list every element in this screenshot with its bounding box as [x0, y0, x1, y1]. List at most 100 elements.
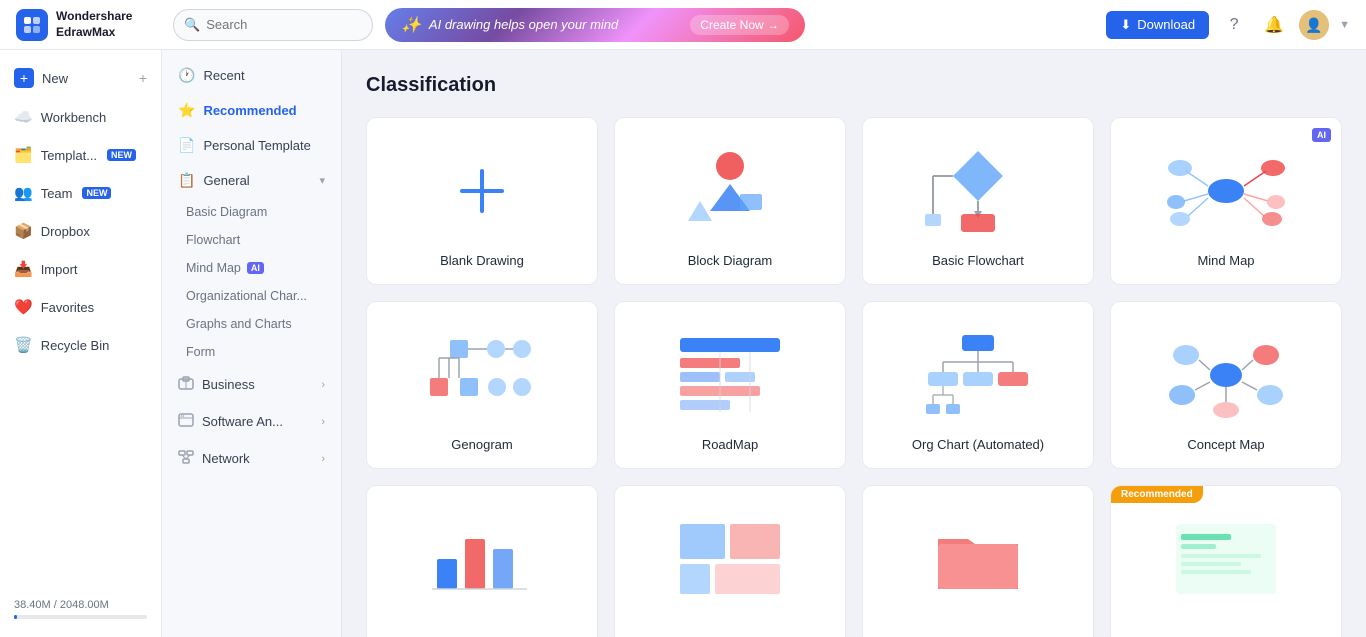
card-visual-block: [631, 138, 829, 243]
card-visual-conceptmap: [1127, 322, 1325, 427]
card-visual-treemap: [631, 506, 829, 611]
download-button[interactable]: ⬇ Download: [1106, 11, 1209, 39]
card-bar-chart[interactable]: [366, 485, 598, 637]
nav-section-label: Software An...: [202, 414, 283, 429]
recommended-tag: Recommended: [1111, 486, 1203, 503]
recommended-icon: ⭐: [178, 102, 195, 119]
new-badge-team: NEW: [82, 187, 111, 199]
search-bar[interactable]: 🔍: [173, 9, 373, 41]
card-mind-map[interactable]: AI: [1110, 117, 1342, 285]
nav-section-label: General: [203, 173, 249, 188]
page-title: Classification: [366, 74, 1342, 97]
storage-info: 38.40M / 2048.00M: [0, 589, 161, 629]
recycle-icon: 🗑️: [14, 336, 33, 354]
card-label: Concept Map: [1187, 437, 1264, 452]
nav-section-label: Business: [202, 377, 255, 392]
import-icon: 📥: [14, 260, 33, 278]
sidebar-item-recycle-bin[interactable]: 🗑️ Recycle Bin: [0, 326, 161, 364]
nav-sub-basic-diagram[interactable]: Basic Diagram: [162, 198, 341, 226]
network-icon: [178, 449, 194, 468]
sidebar-item-label: Recycle Bin: [41, 338, 110, 353]
sidebar-item-favorites[interactable]: ❤️ Favorites: [0, 288, 161, 326]
sidebar-item-label: Templat...: [41, 148, 97, 163]
card-label: Blank Drawing: [440, 253, 524, 268]
card-org-chart-auto[interactable]: Org Chart (Automated): [862, 301, 1094, 469]
ai-banner-cta[interactable]: Create Now →: [690, 15, 789, 35]
ai-banner-text: AI drawing helps open your mind: [429, 17, 618, 32]
nav-sub-org-chart[interactable]: Organizational Char...: [162, 282, 341, 310]
nav-sub-mind-map[interactable]: Mind Map AI: [162, 254, 341, 282]
new-plus-icon: +: [14, 68, 34, 88]
nav-sub-flowchart[interactable]: Flowchart: [162, 226, 341, 254]
card-blank-drawing[interactable]: Blank Drawing: [366, 117, 598, 285]
network-chevron-icon: ›: [321, 453, 325, 465]
dropbox-icon: 📦: [14, 222, 33, 240]
card-label: Mind Map: [1197, 253, 1254, 268]
card-concept-map[interactable]: Concept Map: [1110, 301, 1342, 469]
software-chevron-icon: ›: [321, 416, 325, 428]
sidebar-item-label: Workbench: [41, 110, 107, 125]
card-visual-roadmap: [631, 322, 829, 427]
card-visual-blank: [383, 138, 581, 243]
nav-section-business[interactable]: Business ›: [162, 366, 341, 403]
favorites-icon: ❤️: [14, 298, 33, 316]
card-basic-flowchart[interactable]: Basic Flowchart: [862, 117, 1094, 285]
general-chevron-icon: ▾: [319, 174, 325, 187]
search-input[interactable]: [206, 17, 362, 32]
nav-sub-graphs-charts[interactable]: Graphs and Charts: [162, 310, 341, 338]
nav-item-recent[interactable]: 🕐 Recent: [162, 58, 341, 93]
nav-item-personal-template[interactable]: 📄 Personal Template: [162, 128, 341, 163]
nav-sub-form[interactable]: Form: [162, 338, 341, 366]
card-label: Block Diagram: [688, 253, 773, 268]
topbar-actions: ⬇ Download ? 🔔 👤 ▼: [1106, 10, 1350, 40]
ai-tag: AI: [1312, 128, 1331, 142]
team-icon: 👥: [14, 184, 33, 202]
ai-banner[interactable]: ✨ AI drawing helps open your mind Create…: [385, 8, 805, 42]
sidebar-item-import[interactable]: 📥 Import: [0, 250, 161, 288]
sidebar-item-label: Team: [41, 186, 73, 201]
svg-text:👤: 👤: [1305, 17, 1322, 34]
sidebar-item-templates[interactable]: 🗂️ Templat... NEW: [0, 136, 161, 174]
app-logo-icon: [16, 9, 48, 41]
content-area: Classification Blank Drawing: [342, 50, 1366, 637]
card-genogram[interactable]: Genogram: [366, 301, 598, 469]
card-visual-bar: [383, 506, 581, 611]
card-visual-mindmap: [1127, 138, 1325, 243]
sidebar-item-dropbox[interactable]: 📦 Dropbox: [0, 212, 161, 250]
nav-item-label: Personal Template: [203, 138, 310, 153]
card-visual-recommended: [1127, 506, 1325, 611]
card-visual-folder: [879, 506, 1077, 611]
sidebar-item-label: Favorites: [41, 300, 94, 315]
nav-item-label: Recommended: [203, 103, 296, 118]
card-roadmap[interactable]: RoadMap: [614, 301, 846, 469]
storage-fill: [14, 615, 17, 619]
card-label: Org Chart (Automated): [912, 437, 1044, 452]
nav-section-network[interactable]: Network ›: [162, 440, 341, 477]
template-grid: Blank Drawing Block Diagram: [366, 117, 1342, 637]
sidebar-item-new[interactable]: + New +: [0, 58, 161, 98]
card-visual-orgchart: [879, 322, 1077, 427]
nav-item-recommended[interactable]: ⭐ Recommended: [162, 93, 341, 128]
user-avatar[interactable]: 👤: [1299, 10, 1329, 40]
card-folder[interactable]: [862, 485, 1094, 637]
card-treemap[interactable]: [614, 485, 846, 637]
card-block-diagram[interactable]: Block Diagram: [614, 117, 846, 285]
software-icon: [178, 412, 194, 431]
card-label: RoadMap: [702, 437, 758, 452]
sidebar-item-team[interactable]: 👥 Team NEW: [0, 174, 161, 212]
card-recommended[interactable]: Recommended: [1110, 485, 1342, 637]
notification-button[interactable]: 🔔: [1259, 10, 1289, 40]
help-button[interactable]: ?: [1219, 10, 1249, 40]
avatar-chevron-icon[interactable]: ▼: [1339, 19, 1350, 31]
logo-area: Wondershare EdrawMax: [16, 9, 161, 41]
app-name: Wondershare EdrawMax: [56, 9, 132, 40]
nav-section-software[interactable]: Software An... ›: [162, 403, 341, 440]
card-label: Basic Flowchart: [932, 253, 1024, 268]
sidebar-add-icon[interactable]: +: [139, 70, 147, 86]
sidebar-item-workbench[interactable]: ☁️ Workbench: [0, 98, 161, 136]
nav-panel: 🕐 Recent ⭐ Recommended 📄 Personal Templa…: [162, 50, 342, 637]
download-icon: ⬇: [1120, 17, 1131, 33]
general-icon: 📋: [178, 172, 195, 189]
storage-text: 38.40M / 2048.00M: [14, 599, 109, 611]
nav-section-general[interactable]: 📋 General ▾: [162, 163, 341, 198]
